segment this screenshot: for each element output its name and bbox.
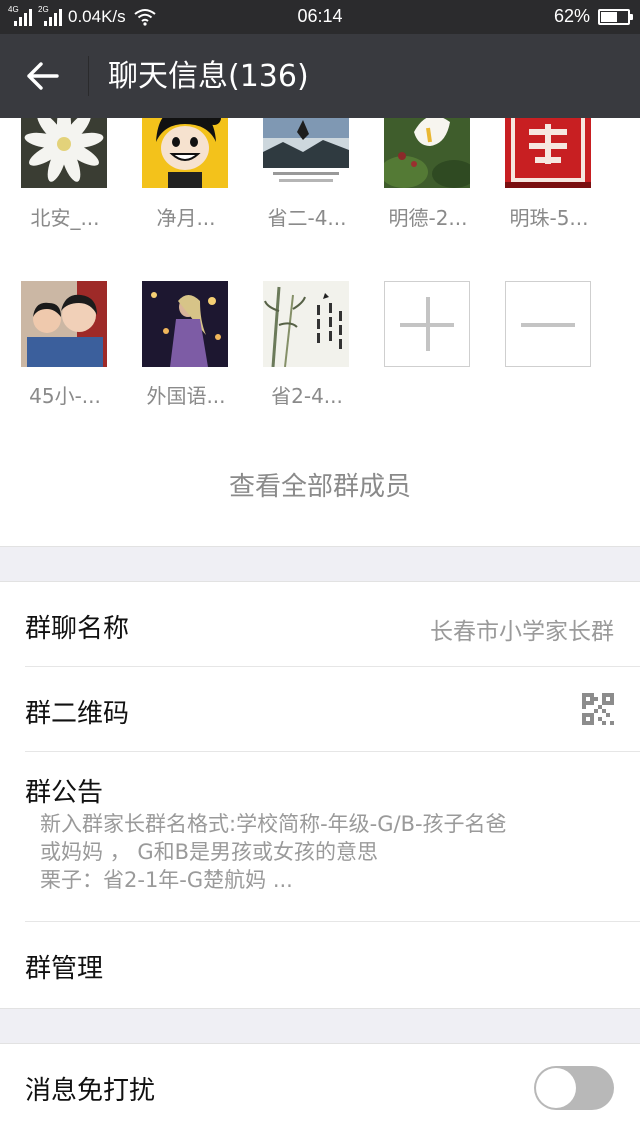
back-arrow-icon	[27, 62, 59, 90]
member-avatar	[384, 118, 470, 188]
member-name: 北安_...	[30, 206, 100, 230]
group-qr-row[interactable]: 群二维码	[0, 667, 640, 752]
mute-toggle[interactable]	[534, 1066, 614, 1110]
member-name: 45小-...	[29, 384, 101, 408]
view-all-members-link[interactable]: 查看全部群成员	[0, 466, 640, 503]
group-name-value: 长春市小学家长群	[430, 619, 614, 645]
clock: 06:14	[297, 6, 343, 26]
member-avatar	[21, 281, 107, 367]
notice-line: 或妈妈 ， G和B是男孩或女孩的意思	[40, 840, 379, 864]
member-name: 省二-4...	[267, 206, 347, 230]
member-name: 明德-2...	[388, 206, 468, 230]
add-member-button[interactable]	[384, 281, 470, 367]
member-avatar	[505, 118, 591, 188]
battery-percent: 62%	[553, 6, 590, 26]
notice-line: 栗子：省2-1年-G楚航妈 ...	[40, 868, 293, 892]
member-avatar	[263, 281, 349, 367]
toggle-knob	[536, 1068, 576, 1108]
battery-icon	[598, 8, 633, 25]
navigation-bar: 聊天信息(136)	[0, 34, 640, 118]
member-avatar	[21, 118, 107, 188]
member-avatar	[142, 118, 228, 188]
mute-label: 消息免打扰	[25, 1076, 156, 1106]
member-name: 明珠-5...	[509, 206, 589, 230]
group-notice-text: 新入群家长群名格式:学校简称-年级-G/B-孩子名爸 或妈妈 ， G和B是男孩或…	[40, 810, 600, 894]
section-gap	[0, 546, 640, 582]
back-button[interactable]	[18, 54, 68, 98]
page-title: 聊天信息(136)	[108, 59, 309, 94]
member-name: 外国语...	[146, 384, 226, 408]
group-manage-row[interactable]: 群管理	[0, 922, 640, 1008]
member-name: 省2-4...	[271, 384, 343, 408]
member-grid: 北安_... 净月... 省二-4... 明德-2... 明珠-5... 45小…	[0, 118, 640, 546]
header-divider	[88, 56, 89, 96]
status-bar: 4G 2G 0.04K/s 06:14 62%	[0, 0, 640, 34]
notice-line: 新入群家长群名格式:学校简称-年级-G/B-孩子名爸	[40, 812, 507, 836]
member-avatar	[142, 281, 228, 367]
remove-member-button[interactable]	[505, 281, 591, 367]
section-gap	[0, 1008, 640, 1044]
group-name-label: 群聊名称	[25, 614, 130, 644]
member-avatar	[263, 118, 349, 188]
qr-code-icon	[582, 693, 614, 725]
group-qr-label: 群二维码	[25, 699, 130, 729]
group-notice-row[interactable]: 群公告 新入群家长群名格式:学校简称-年级-G/B-孩子名爸 或妈妈 ， G和B…	[0, 752, 640, 922]
group-manage-label: 群管理	[25, 954, 104, 984]
group-notice-label: 群公告	[25, 778, 104, 808]
group-name-row[interactable]: 群聊名称 长春市小学家长群	[0, 582, 640, 667]
mute-row[interactable]: 消息免打扰	[0, 1044, 640, 1134]
member-name: 净月...	[156, 206, 216, 230]
